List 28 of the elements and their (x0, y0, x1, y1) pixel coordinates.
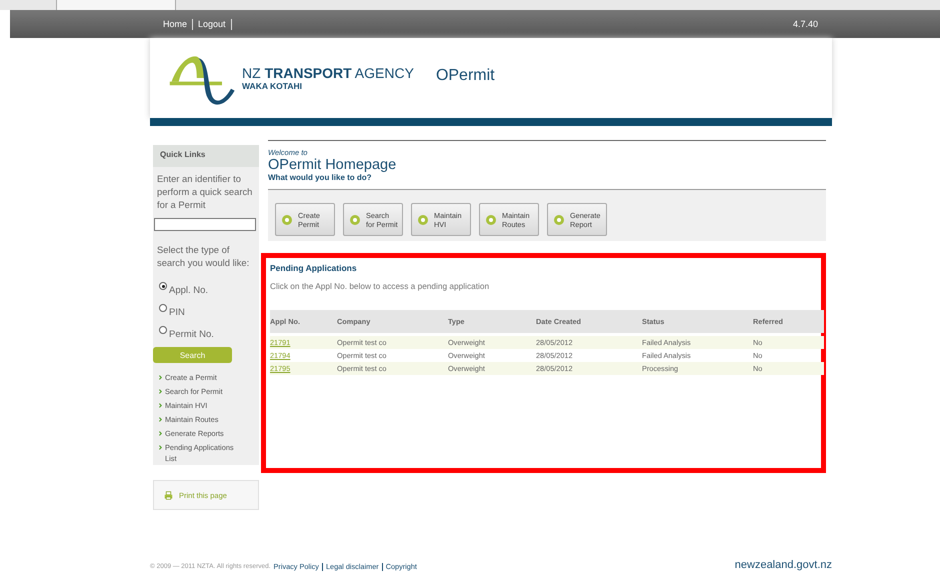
radio-button[interactable] (159, 304, 167, 312)
section-title: Pending Applications (270, 263, 358, 273)
app-title: OPermit (436, 67, 495, 85)
version-label: 4.7.40 (792, 19, 818, 29)
radio-label: Appl. No. (169, 285, 208, 296)
chevron-icon (159, 375, 162, 380)
section-hint: Click on the Appl No. below to access a pending application (270, 281, 490, 291)
brand-name: NZ TRANSPORT AGENCY (242, 65, 414, 81)
nav-link[interactable]: Logout (198, 19, 226, 29)
radio-button[interactable] (159, 282, 167, 290)
page-title: OPermit Homepage (268, 157, 398, 173)
radio-label: PIN (169, 307, 185, 318)
radio-label: Permit No. (169, 329, 214, 340)
chevron-icon (159, 417, 162, 422)
search-type-prompt: Select the type of search you would like: (156, 243, 250, 269)
panel-title: Quick Links (153, 145, 259, 167)
search-prompt: Enter an identifier to perform a quick search for a Permit (156, 172, 254, 211)
chevron-icon (159, 445, 162, 450)
page-subtitle: What would you like to do? (268, 173, 373, 182)
chevron-icon (159, 403, 162, 408)
printer-icon (164, 490, 173, 500)
brand-subtitle: WAKA KOTAHI (242, 81, 303, 91)
radio-button[interactable] (159, 326, 167, 334)
chevron-icon (159, 431, 162, 436)
govt-logo-text: newzealand.govt.nz (734, 559, 832, 571)
chevron-icon (159, 389, 162, 394)
search-field[interactable] (154, 218, 256, 231)
nav-link[interactable]: Home (163, 19, 188, 29)
